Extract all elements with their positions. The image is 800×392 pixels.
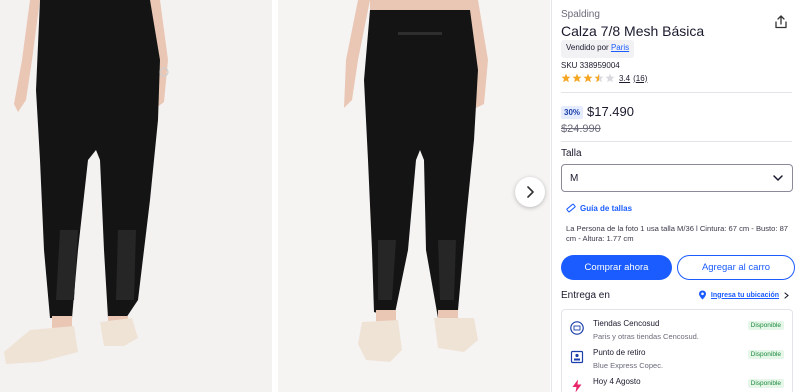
location-pin-icon bbox=[698, 290, 706, 300]
location-link-label[interactable]: Ingresa tu ubicación bbox=[711, 292, 779, 299]
add-to-cart-button[interactable]: Agregar al carro bbox=[677, 255, 795, 280]
star-empty-icon bbox=[605, 73, 615, 83]
product-photo-back[interactable] bbox=[278, 0, 550, 392]
product-gallery bbox=[0, 0, 551, 392]
availability-badge: Disponible bbox=[747, 350, 784, 359]
star-full-icon bbox=[583, 73, 593, 83]
star-half-icon bbox=[594, 73, 604, 83]
rating-count[interactable]: (16) bbox=[633, 74, 647, 83]
original-price: $24.990 bbox=[561, 123, 601, 135]
gallery-next-button[interactable] bbox=[515, 177, 545, 207]
divider bbox=[561, 92, 792, 93]
availability-badge: Disponible bbox=[747, 321, 784, 330]
size-label: Talla bbox=[561, 148, 582, 159]
product-rating[interactable]: 3.4 (16) bbox=[561, 73, 647, 83]
delivery-option-title: Hoy 4 Agosto bbox=[593, 377, 641, 386]
size-guide-label[interactable]: Guía de tallas bbox=[580, 204, 632, 213]
ruler-icon bbox=[566, 203, 576, 213]
product-photo-front[interactable] bbox=[0, 0, 272, 392]
chevron-right-icon bbox=[527, 186, 534, 198]
size-guide-link[interactable]: Guía de tallas bbox=[566, 203, 632, 213]
buy-now-button[interactable]: Comprar ahora bbox=[561, 255, 672, 280]
model-size-info: La Persona de la foto 1 usa talla M/36 l… bbox=[566, 224, 789, 243]
product-title: Calza 7/8 Mesh Básica bbox=[561, 23, 705, 39]
share-button[interactable] bbox=[770, 11, 792, 33]
product-sku: SKU 338959004 bbox=[561, 61, 620, 70]
chevron-down-icon bbox=[773, 175, 783, 181]
current-price: $17.490 bbox=[587, 104, 634, 119]
size-select[interactable]: M bbox=[561, 164, 793, 192]
delivery-option-subtitle: Paris y otras tiendas Cencosud. bbox=[593, 332, 699, 341]
size-selected-value: M bbox=[570, 172, 579, 184]
location-link[interactable]: Ingresa tu ubicación bbox=[698, 290, 790, 300]
delivery-label: Entrega en bbox=[561, 290, 610, 301]
delivery-option-pickup[interactable]: Punto de retiro Blue Express Copec. Disp… bbox=[562, 348, 792, 376]
pickup-point-icon bbox=[570, 350, 584, 364]
delivery-option-title: Tiendas Cencosud bbox=[593, 319, 660, 328]
leggings-back-illustration bbox=[278, 0, 550, 392]
star-full-icon bbox=[572, 73, 582, 83]
store-icon bbox=[570, 321, 584, 335]
divider bbox=[561, 141, 792, 142]
leggings-front-illustration bbox=[0, 0, 272, 392]
delivery-option-today[interactable]: Hoy 4 Agosto Disponible bbox=[562, 377, 792, 392]
delivery-option-subtitle: Blue Express Copec. bbox=[593, 361, 664, 370]
chevron-right-icon bbox=[784, 291, 789, 299]
share-icon bbox=[775, 15, 787, 29]
rating-value[interactable]: 3.4 bbox=[619, 74, 630, 83]
delivery-option-title: Punto de retiro bbox=[593, 348, 646, 357]
lightning-icon bbox=[572, 379, 582, 392]
discount-badge: 30% bbox=[561, 106, 584, 119]
star-full-icon bbox=[561, 73, 571, 83]
availability-badge: Disponible bbox=[747, 379, 784, 388]
seller-tag: Vendido por Paris bbox=[561, 40, 635, 58]
seller-link[interactable]: Paris bbox=[611, 43, 629, 52]
product-brand[interactable]: Spalding bbox=[561, 9, 600, 20]
delivery-options: Tiendas Cencosud Paris y otras tiendas C… bbox=[561, 309, 793, 392]
delivery-option-stores[interactable]: Tiendas Cencosud Paris y otras tiendas C… bbox=[562, 319, 792, 347]
product-detail-panel: Spalding Calza 7/8 Mesh Básica Vendido p… bbox=[551, 0, 800, 392]
seller-prefix: Vendido por bbox=[566, 43, 609, 52]
